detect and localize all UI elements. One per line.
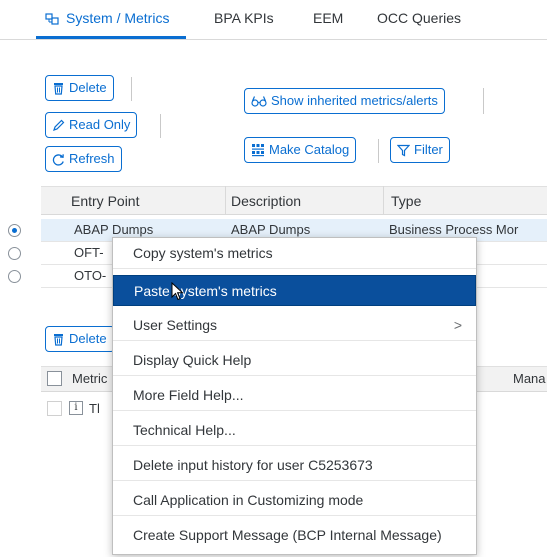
tab-divider <box>0 39 547 40</box>
system-metrics-tab-icon <box>45 12 59 31</box>
lower-delete-label: Delete <box>69 331 107 346</box>
menu-item-user-settings[interactable]: User Settings > <box>113 310 476 341</box>
menu-item-quick-help[interactable]: Display Quick Help <box>113 345 476 376</box>
tab-bpa-kpis[interactable]: BPA KPIs <box>214 10 274 26</box>
read-only-button[interactable]: Read Only <box>45 112 138 138</box>
context-menu: Copy system's metrics Paste system's met… <box>112 237 477 555</box>
cell-type: Business Process Mor <box>389 222 519 237</box>
menu-item-technical-help[interactable]: Technical Help... <box>113 415 476 446</box>
refresh-label: Refresh <box>69 151 115 166</box>
row-radio[interactable] <box>8 247 21 260</box>
column-header-mana[interactable]: Mana <box>513 371 546 386</box>
menu-item-label: User Settings <box>133 317 218 333</box>
menu-item-label: More Field Help... <box>133 387 244 403</box>
menu-item-label: Technical Help... <box>133 422 236 438</box>
show-inherited-label: Show inherited metrics/alerts <box>271 93 438 108</box>
column-header-entry-point[interactable]: Entry Point <box>71 193 139 209</box>
column-header-description[interactable]: Description <box>231 193 301 209</box>
glasses-icon <box>251 96 267 107</box>
menu-item-label: Paste system's metrics <box>134 283 277 299</box>
menu-item-customizing-mode[interactable]: Call Application in Customizing mode <box>113 485 476 516</box>
cell-entry-point: OTO- <box>74 268 107 283</box>
menu-item-label: Display Quick Help <box>133 352 252 368</box>
table-header: Entry Point Description Type <box>41 186 547 215</box>
menu-item-paste-metrics[interactable]: Paste system's metrics <box>113 275 476 306</box>
make-catalog-button[interactable]: Make Catalog <box>244 137 357 163</box>
chevron-right-icon: > <box>453 317 462 333</box>
pencil-icon <box>53 119 65 131</box>
delete-button[interactable]: Delete <box>45 75 114 101</box>
read-only-label: Read Only <box>69 117 131 132</box>
refresh-icon <box>52 153 64 166</box>
mouse-cursor-icon <box>171 282 184 301</box>
menu-item-label: Call Application in Customizing mode <box>133 492 364 508</box>
show-inherited-button[interactable]: Show inherited metrics/alerts <box>244 88 445 114</box>
trash-icon <box>54 333 63 346</box>
toolbar-separator <box>160 114 161 138</box>
row-radio[interactable] <box>8 270 21 283</box>
lower-delete-button[interactable]: Delete <box>45 326 115 352</box>
trash-icon <box>54 82 63 95</box>
menu-item-delete-input-history[interactable]: Delete input history for user C5253673 <box>113 450 476 481</box>
column-divider <box>383 186 384 215</box>
cell-entry-point: ABAP Dumps <box>74 222 154 237</box>
menu-item-label: Create Support Message (BCP Internal Mes… <box>133 527 442 543</box>
menu-item-label: Copy system's metrics <box>133 245 273 261</box>
toolbar-separator <box>378 139 379 163</box>
tab-system-metrics[interactable]: System / Metrics <box>66 10 169 26</box>
delete-label: Delete <box>69 80 107 95</box>
menu-item-field-help[interactable]: More Field Help... <box>113 380 476 411</box>
lower-row-text: Tl <box>89 401 100 416</box>
menu-item-support-message[interactable]: Create Support Message (BCP Internal Mes… <box>113 520 476 551</box>
column-divider <box>225 186 226 215</box>
row-radio[interactable] <box>8 224 21 237</box>
filter-button[interactable]: Filter <box>390 137 450 163</box>
cell-description: ABAP Dumps <box>231 222 311 237</box>
toolbar-separator <box>131 77 132 101</box>
info-icon[interactable]: i <box>69 401 83 415</box>
tab-eem[interactable]: EEM <box>313 10 343 26</box>
toolbar-separator <box>483 88 484 114</box>
refresh-button[interactable]: Refresh <box>45 146 122 172</box>
filter-icon <box>397 144 410 156</box>
filter-label: Filter <box>414 142 443 157</box>
select-all-checkbox[interactable] <box>47 371 62 386</box>
tab-occ-queries[interactable]: OCC Queries <box>377 10 461 26</box>
make-catalog-label: Make Catalog <box>269 142 350 157</box>
cell-entry-point: OFT- <box>74 245 104 260</box>
catalog-icon <box>252 144 264 157</box>
menu-item-copy-metrics[interactable]: Copy system's metrics <box>113 238 476 269</box>
row-checkbox[interactable] <box>47 401 62 416</box>
column-header-type[interactable]: Type <box>391 193 421 209</box>
column-header-metric[interactable]: Metric <box>72 371 107 386</box>
menu-item-label: Delete input history for user C5253673 <box>133 457 373 473</box>
